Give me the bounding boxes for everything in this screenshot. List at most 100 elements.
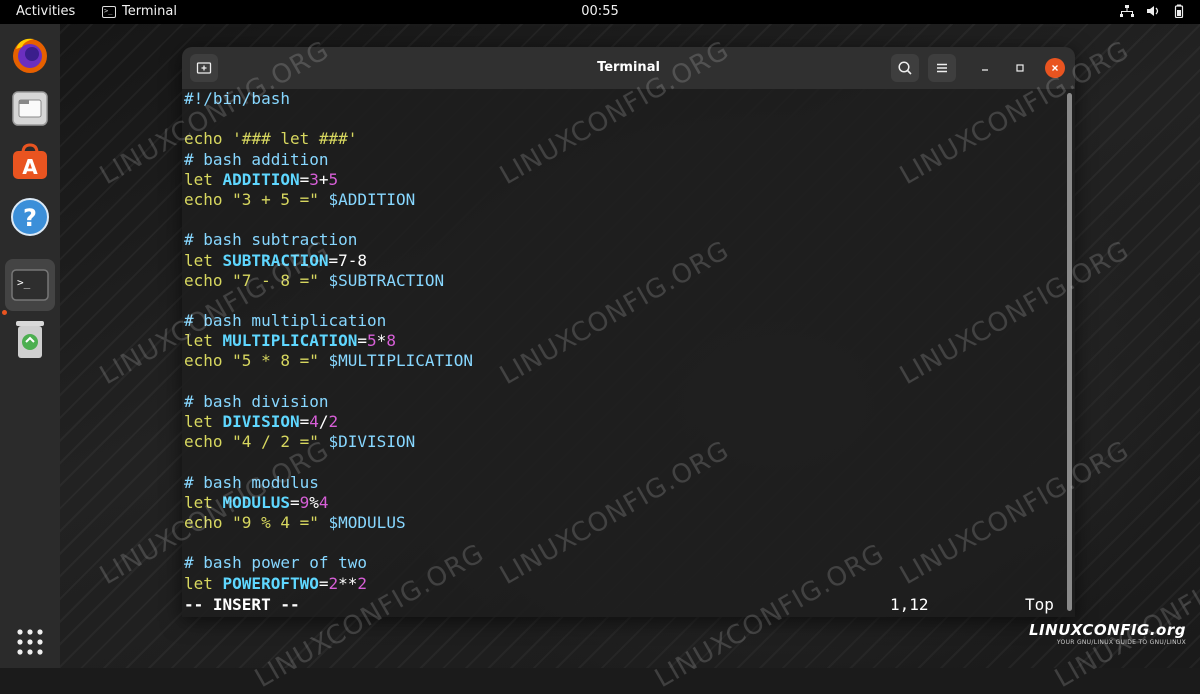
- code-line[interactable]: let MULTIPLICATION=5*8: [184, 331, 473, 351]
- dock-files[interactable]: [8, 86, 52, 130]
- code-token: 2: [357, 573, 368, 593]
- files-icon: [12, 91, 48, 126]
- code-token: echo: [184, 189, 233, 209]
- network-icon: [1120, 5, 1134, 17]
- code-token: let: [184, 573, 223, 593]
- close-button[interactable]: [1045, 58, 1065, 78]
- code-line[interactable]: echo "3 + 5 =" $ADDITION: [184, 190, 473, 210]
- svg-text:?: ?: [23, 204, 37, 232]
- code-token: **: [338, 573, 358, 593]
- code-line[interactable]: echo "7 - 8 =" $SUBTRACTION: [184, 271, 473, 291]
- code-line[interactable]: # bash power of two: [184, 553, 473, 573]
- app-menu[interactable]: >_ Terminal: [102, 4, 177, 19]
- code-token: $MULTIPLICATION: [328, 351, 474, 371]
- dock-trash[interactable]: [8, 318, 52, 362]
- dock: A ? >_: [0, 24, 60, 668]
- code-line[interactable]: echo "5 * 8 =" $MULTIPLICATION: [184, 351, 473, 371]
- code-line[interactable]: let SUBTRACTION=7-8: [184, 251, 473, 271]
- code-token: '### let ###': [232, 129, 358, 149]
- code-token: "5 * 8 =": [232, 351, 319, 371]
- dock-help[interactable]: ?: [8, 195, 52, 239]
- window-headerbar[interactable]: Terminal: [182, 47, 1075, 89]
- maximize-button[interactable]: [1010, 58, 1030, 78]
- code-line[interactable]: echo "9 % 4 =" $MODULUS: [184, 513, 473, 533]
- dock-firefox[interactable]: [8, 33, 52, 77]
- dock-software[interactable]: A: [8, 140, 52, 184]
- code-line[interactable]: # bash subtraction: [184, 230, 473, 250]
- top-bar: Activities >_ Terminal 00:55: [0, 0, 1200, 24]
- dock-app-grid[interactable]: [8, 620, 52, 664]
- code-line[interactable]: [184, 452, 473, 472]
- maximize-icon: [1016, 64, 1024, 72]
- code-line[interactable]: echo "4 / 2 =" $DIVISION: [184, 432, 473, 452]
- cursor-position: 1,12: [890, 595, 929, 614]
- new-tab-button[interactable]: [190, 54, 218, 82]
- minimize-icon: [982, 69, 988, 71]
- code-token: $DIVISION: [328, 432, 416, 452]
- code-line[interactable]: [184, 291, 473, 311]
- code-line[interactable]: [184, 109, 473, 129]
- code-token: MULTIPLICATION: [222, 331, 358, 351]
- code-line[interactable]: [184, 210, 473, 230]
- code-token: SUBTRACTION: [222, 250, 329, 270]
- close-icon: [1052, 65, 1058, 71]
- code-token: POWEROFTWO: [222, 573, 319, 593]
- code-token: # bash subtraction: [184, 230, 358, 250]
- code-token: 4: [318, 492, 329, 512]
- code-token: echo: [184, 351, 233, 371]
- svg-text:>_: >_: [17, 276, 31, 289]
- code-line[interactable]: let MODULUS=9%4: [184, 493, 473, 513]
- code-line[interactable]: [184, 533, 473, 553]
- scrollbar[interactable]: [1067, 93, 1072, 611]
- minimize-button[interactable]: [975, 58, 995, 78]
- code-token: let: [184, 250, 223, 270]
- code-token: let: [184, 412, 223, 431]
- code-line[interactable]: #!/bin/bash: [184, 89, 473, 109]
- code-line[interactable]: let DIVISION=4/2: [184, 412, 473, 432]
- menu-button[interactable]: [928, 54, 956, 82]
- code-token: DIVISION: [222, 412, 300, 431]
- clock[interactable]: 00:55: [0, 4, 1200, 19]
- code-token: # bash multiplication: [184, 311, 387, 331]
- terminal-window: Terminal #!/bin/bash echo '### let ###' …: [182, 47, 1075, 617]
- code-token: 5: [367, 331, 377, 351]
- code-token: %: [309, 492, 319, 512]
- code-line[interactable]: let ADDITION=3+5: [184, 170, 473, 190]
- code-token: +: [318, 169, 329, 189]
- software-icon: A: [13, 143, 47, 179]
- terminal-content[interactable]: #!/bin/bash echo '### let ###' # bash add…: [182, 89, 1075, 617]
- code-token: 9: [299, 492, 310, 512]
- battery-icon: [1174, 4, 1184, 18]
- code-token: "9 % 4 =": [232, 512, 319, 532]
- activities-button[interactable]: Activities: [16, 4, 75, 19]
- code-token: 3: [309, 169, 319, 189]
- code-line[interactable]: # bash division: [184, 392, 473, 412]
- code-line[interactable]: # bash addition: [184, 150, 473, 170]
- vim-statusline: -- INSERT -- 1,12 Top: [184, 595, 1064, 615]
- code-line[interactable]: echo '### let ###': [184, 129, 473, 149]
- code-token: # bash modulus: [184, 472, 319, 492]
- search-button[interactable]: [891, 54, 919, 82]
- app-menu-label: Terminal: [122, 4, 177, 19]
- code-line[interactable]: # bash multiplication: [184, 311, 473, 331]
- code-token: 4: [309, 412, 319, 431]
- code-token: =7-8: [328, 250, 368, 270]
- search-icon: [898, 61, 912, 75]
- code-token: MODULUS: [222, 492, 290, 512]
- code-token: 8: [386, 331, 396, 351]
- dock-terminal[interactable]: >_: [5, 259, 55, 311]
- help-icon: ?: [11, 198, 49, 236]
- hamburger-menu-icon: [937, 63, 947, 73]
- code-token: $SUBTRACTION: [328, 270, 445, 290]
- code-line[interactable]: [184, 372, 473, 392]
- vim-buffer[interactable]: #!/bin/bash echo '### let ###' # bash add…: [184, 89, 473, 594]
- volume-icon: [1147, 6, 1159, 16]
- code-line[interactable]: let POWEROFTWO=2**2: [184, 574, 473, 594]
- code-token: =: [299, 412, 310, 431]
- firefox-icon: [13, 38, 47, 73]
- system-tray[interactable]: [1120, 4, 1186, 18]
- code-line[interactable]: # bash modulus: [184, 473, 473, 493]
